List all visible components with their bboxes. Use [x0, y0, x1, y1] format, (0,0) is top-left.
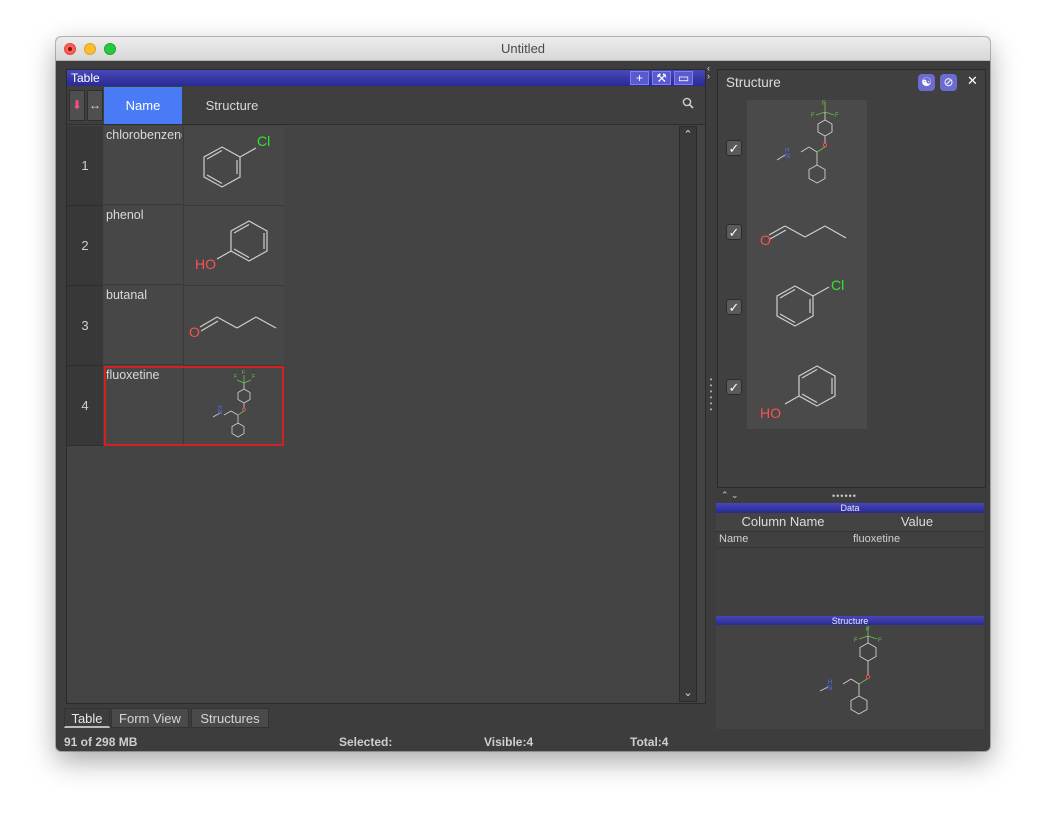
- total-status: Total:4: [630, 735, 669, 749]
- structure-cell[interactable]: N H F F F: [183, 366, 284, 446]
- column-header-bar: ⬇ ↔ Name Structure: [67, 86, 705, 125]
- atom-label: H: [785, 148, 789, 154]
- table-panel-title: Table: [71, 71, 100, 85]
- tab-table[interactable]: Table: [64, 708, 110, 728]
- data-table: Column Name Value Name fluoxetine: [716, 513, 984, 621]
- column-name-header[interactable]: Column Name: [716, 513, 850, 532]
- close-icon[interactable]: ✕: [967, 73, 978, 89]
- atom-label: F: [811, 113, 815, 119]
- phenol-structure: HO: [195, 220, 268, 272]
- structure-panel-title: Structure: [726, 75, 781, 90]
- structure-panel: Structure ☯ ⊘ ✕ N H F F F O Cl HO ✓ ✓ ✓ …: [717, 69, 986, 488]
- atom-label: F: [234, 374, 237, 380]
- atom-label: H: [218, 405, 222, 411]
- atom-label: F: [878, 638, 882, 644]
- window-title: Untitled: [500, 41, 546, 56]
- row-number: 1: [67, 126, 103, 206]
- data-panel-header: Data: [716, 503, 984, 513]
- scroll-up-icon[interactable]: ⌃: [680, 128, 696, 141]
- vertical-scrollbar[interactable]: ⌃ ⌄: [679, 126, 697, 702]
- app-window: Untitled Table + ⚒ ▭ ⬇ ↔ Name Structure …: [56, 37, 990, 751]
- table-row[interactable]: 3 butanal O: [67, 286, 284, 366]
- tab-structures[interactable]: Structures: [191, 708, 269, 728]
- atom-label: N: [827, 685, 832, 692]
- butanal-structure: O: [189, 316, 277, 340]
- structure-checkbox[interactable]: ✓: [726, 299, 742, 315]
- atom-label: O: [760, 232, 771, 248]
- structure-cell[interactable]: Cl: [183, 126, 284, 206]
- atom-label: F: [252, 374, 255, 380]
- atom-label: N: [785, 153, 790, 160]
- add-icon[interactable]: +: [630, 71, 649, 85]
- chlorobenzene-structure: Cl: [203, 133, 270, 188]
- structure-pane: N H F F F: [716, 625, 984, 729]
- data-row-name: Name: [719, 533, 749, 545]
- row-divider: [716, 547, 984, 548]
- structure-list: N H F F F O Cl HO: [747, 100, 867, 429]
- atom-label: F: [854, 638, 858, 644]
- table-row[interactable]: 2 phenol HO: [67, 206, 284, 286]
- collapse-up-down-icon[interactable]: ⌃ ⌄: [721, 490, 739, 501]
- yin-yang-icon[interactable]: ☯: [918, 74, 935, 91]
- fluoxetine-structure: N H F F F: [212, 370, 255, 438]
- tools-icon[interactable]: ⚒: [652, 71, 671, 85]
- atom-label: O: [189, 324, 200, 340]
- maximize-icon[interactable]: ▭: [674, 71, 693, 85]
- selected-structure: N H F F F: [819, 627, 882, 715]
- name-cell[interactable]: butanal: [104, 286, 182, 365]
- search-icon[interactable]: [678, 92, 698, 118]
- atom-label: HO: [760, 405, 781, 421]
- column-header-structure[interactable]: Structure: [182, 87, 282, 124]
- structure-checkbox[interactable]: ✓: [726, 140, 742, 156]
- atom-label: F: [242, 370, 245, 376]
- atom-label: Cl: [257, 133, 270, 149]
- visible-status: Visible:4: [484, 735, 534, 749]
- column-header-name[interactable]: Name: [104, 87, 182, 124]
- atom-label: Cl: [831, 277, 844, 293]
- tab-form-view[interactable]: Form View: [111, 708, 189, 728]
- row-number: 4: [67, 366, 103, 446]
- name-cell[interactable]: phenol: [104, 206, 182, 285]
- atom-label: HO: [195, 256, 216, 272]
- name-cell[interactable]: fluoxetine: [104, 366, 182, 445]
- structure-cell[interactable]: HO: [183, 206, 284, 286]
- atom-label: F: [866, 627, 870, 633]
- structure-thumbnails: N H F F F O Cl HO: [760, 101, 847, 421]
- splitter-grip-icon[interactable]: • • • • • •: [708, 376, 714, 414]
- row-number: 3: [67, 286, 103, 366]
- data-row-value: fluoxetine: [853, 533, 901, 545]
- sort-down-icon[interactable]: ⬇: [69, 90, 85, 121]
- scroll-down-icon[interactable]: ⌄: [680, 686, 696, 699]
- structure-cell[interactable]: O: [183, 286, 284, 366]
- atom-label: F: [835, 113, 839, 119]
- structure-checkbox[interactable]: ✓: [726, 224, 742, 240]
- value-header[interactable]: Value: [850, 513, 984, 532]
- table-row[interactable]: 4 fluoxetine N H F F F: [67, 366, 284, 446]
- resize-columns-icon[interactable]: ↔: [87, 90, 103, 121]
- memory-status: 91 of 298 MB: [64, 735, 138, 749]
- selected-status: Selected:: [339, 735, 393, 749]
- table-panel-header: Table + ⚒ ▭: [67, 70, 705, 86]
- row-number: 2: [67, 206, 103, 286]
- table-row[interactable]: 1 chlorobenzene Cl: [67, 126, 284, 206]
- table-panel: Table + ⚒ ▭ ⬇ ↔ Name Structure 1 chlorob…: [66, 69, 706, 704]
- atom-label: F: [822, 101, 826, 107]
- horizontal-splitter-grip-icon[interactable]: ••••••: [832, 491, 857, 501]
- structure-checkbox[interactable]: ✓: [726, 379, 742, 395]
- collapse-arrows-icon[interactable]: ‹ ›: [707, 64, 710, 81]
- name-cell[interactable]: chlorobenzene: [104, 126, 182, 205]
- atom-label: H: [828, 680, 832, 686]
- clear-icon[interactable]: ⊘: [940, 74, 957, 91]
- title-bar: Untitled: [56, 37, 990, 61]
